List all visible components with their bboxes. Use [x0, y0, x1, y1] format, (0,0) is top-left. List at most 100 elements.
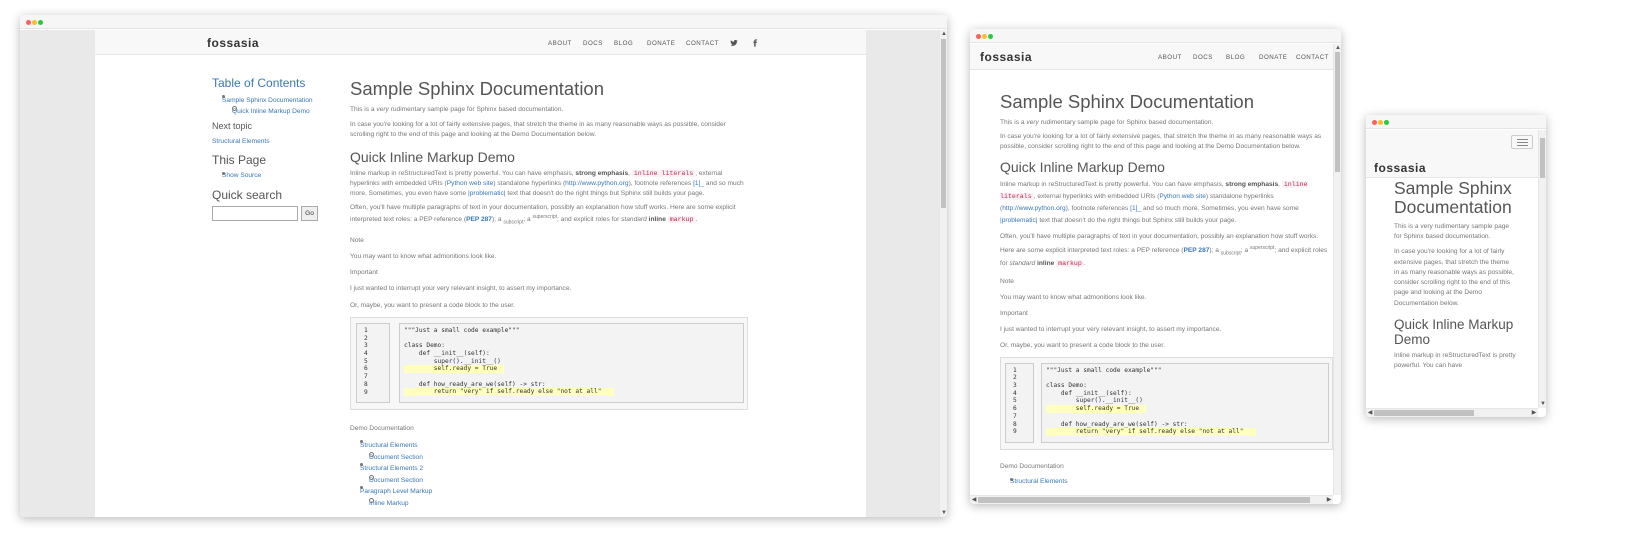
go-button[interactable]: Go [301, 206, 318, 221]
page-title: Sample Sphinx Documentation [1000, 91, 1255, 112]
python-web-site-link[interactable]: Python web site [447, 180, 494, 187]
fossasia-logo[interactable]: fossasia [980, 50, 1032, 64]
python-url-link[interactable]: http://www.python.org [1002, 205, 1065, 212]
show-source-link[interactable]: Show Source [212, 172, 324, 179]
scrollbar-thumb[interactable] [1540, 138, 1545, 178]
desktop-browser-window: fossasia ABOUT DOCS BLOG DONATE CONTACT [20, 15, 947, 517]
doc-body: Sample Sphinx Documentation This is a ve… [1394, 179, 1516, 371]
quick-search-input[interactable] [212, 206, 298, 221]
roles-paragraph: Often, you'll have multiple paragraphs o… [350, 204, 736, 226]
scrollbar-thumb[interactable] [1335, 52, 1340, 172]
nav-blog[interactable]: BLOG [1226, 54, 1245, 61]
demo-item-document-section-2[interactable]: Document Section [350, 474, 750, 487]
fossasia-logo[interactable]: fossasia [207, 36, 259, 50]
markup-paragraph: Inline markup in reStructuredText is pre… [1000, 180, 1308, 225]
facebook-icon[interactable] [751, 39, 759, 49]
section-title: Quick Inline Markup Demo [1394, 316, 1514, 347]
doc-body: Sample Sphinx Documentation This is a ve… [1000, 91, 1333, 485]
scroll-down-arrow-icon[interactable]: ▼ [940, 509, 947, 517]
scroll-left-arrow-icon[interactable]: ◀ [1366, 409, 1374, 417]
demo-list: Structural Elements Document Section Str… [350, 440, 750, 510]
maximize-window-icon[interactable] [38, 20, 43, 25]
horizontal-scrollbar[interactable]: ◀ ▶ [970, 495, 1333, 504]
minimize-window-icon[interactable] [982, 34, 987, 39]
page-viewport: fossasia Sample Sphinx Documentation Thi… [1366, 130, 1538, 408]
toc-item-sample[interactable]: Sample Sphinx Documentation [212, 95, 324, 106]
nav-contact[interactable]: CONTACT [686, 40, 719, 47]
hamburger-menu-icon[interactable] [1511, 135, 1533, 149]
scrollbar-thumb[interactable] [941, 39, 946, 208]
code-line-5: super().__init__() [1046, 397, 1143, 405]
important-text: I just wanted to interrupt your very rel… [350, 285, 572, 293]
scroll-up-arrow-icon[interactable]: ▲ [1334, 44, 1341, 52]
scroll-up-arrow-icon[interactable]: ▲ [940, 30, 947, 38]
code-line-1: """Just a small code example""" [404, 326, 520, 334]
minimize-window-icon[interactable] [32, 20, 37, 25]
code-content: """Just a small code example""" class De… [1041, 362, 1329, 443]
quick-search-title: Quick search [212, 188, 283, 202]
code-block: 1 2 3 4 5 6 7 8 9 """Just a small code e… [1000, 356, 1333, 450]
horizontal-scrollbar-thumb[interactable] [978, 497, 1310, 503]
section-title: Quick Inline Markup Demo [350, 148, 515, 165]
demo-item-structural[interactable]: Structural Elements [350, 440, 750, 452]
code-line-1: """Just a small code example""" [1046, 366, 1162, 374]
maximize-window-icon[interactable] [988, 34, 993, 39]
footnote-link[interactable]: [1]_ [1130, 205, 1141, 212]
nav-donate[interactable]: DONATE [647, 40, 675, 47]
pep-link[interactable]: PEP 287 [1184, 247, 1210, 254]
demo-item-structural-2[interactable]: Structural Elements 2 [350, 463, 750, 475]
nav-blog[interactable]: BLOG [614, 40, 633, 47]
python-url-link[interactable]: http://www.python.org [565, 180, 628, 187]
demo-item-paragraph[interactable]: Paragraph Level Markup [350, 486, 750, 498]
page-viewport: fossasia ABOUT DOCS BLOG DONATE CONTACT … [970, 44, 1333, 495]
sidebar: Table of Contents Sample Sphinx Document… [212, 76, 324, 222]
page-title: Sample Sphinx Documentation [350, 78, 605, 99]
code-intro: Or, maybe, you want to present a code bl… [1000, 342, 1165, 350]
problematic-link[interactable]: |problematic| [468, 190, 506, 197]
markup-paragraph: Inline markup in reStructuredText is pre… [1394, 351, 1516, 369]
nav-donate[interactable]: DONATE [1259, 54, 1287, 61]
fossasia-logo[interactable]: fossasia [1374, 161, 1426, 175]
scroll-right-arrow-icon[interactable]: ▶ [1530, 409, 1538, 417]
nav-about[interactable]: ABOUT [548, 40, 572, 47]
footnote-link[interactable]: [1]_ [693, 180, 704, 187]
this-page-title: This Page [212, 153, 267, 167]
code-line-9: return "very" if self.ready else "not at… [404, 388, 614, 397]
next-topic-title: Next topic [212, 121, 253, 131]
demo-title: Demo Documentation [350, 424, 414, 432]
nav-contact[interactable]: CONTACT [1296, 54, 1329, 61]
inline-literal: inline literals [631, 169, 696, 177]
horizontal-scrollbar-thumb[interactable] [1374, 410, 1474, 416]
pep-link[interactable]: PEP 287 [466, 216, 492, 223]
demo-item-inline-markup[interactable]: Inline Markup [350, 498, 750, 510]
code-line-numbers: 1 2 3 4 5 6 7 8 9 [1005, 362, 1034, 443]
code-line-numbers: 1 2 3 4 5 6 7 8 9 [356, 322, 390, 403]
vertical-scrollbar[interactable]: ▼ [1538, 130, 1546, 408]
demo-item-document-section[interactable]: Document Section [350, 451, 750, 464]
demo-item-structural[interactable]: Structural Elements [1000, 477, 1332, 485]
nav-docs[interactable]: DOCS [583, 40, 603, 47]
twitter-icon[interactable] [730, 39, 738, 49]
python-web-site-link[interactable]: Python web site [1159, 193, 1206, 200]
problematic-link[interactable]: |problematic| [1000, 217, 1038, 224]
minimize-window-icon[interactable] [1378, 120, 1383, 125]
nav-docs[interactable]: DOCS [1193, 54, 1213, 61]
close-window-icon[interactable] [26, 20, 31, 25]
vertical-scrollbar[interactable]: ▲ ▼ [939, 30, 947, 517]
maximize-window-icon[interactable] [1384, 120, 1389, 125]
horizontal-scrollbar[interactable]: ◀ ▶ [1366, 408, 1538, 417]
close-window-icon[interactable] [1372, 120, 1377, 125]
nav-about[interactable]: ABOUT [1158, 54, 1182, 61]
scroll-left-arrow-icon[interactable]: ◀ [970, 496, 978, 504]
toc-item-quick-inline[interactable]: Quick Inline Markup Demo [212, 106, 324, 117]
scroll-down-arrow-icon[interactable]: ▼ [1539, 400, 1546, 408]
next-topic-link[interactable]: Structural Elements [212, 138, 324, 145]
close-window-icon[interactable] [976, 34, 981, 39]
extensive-paragraph: In case you're looking for a lot of fair… [350, 121, 726, 139]
vertical-scrollbar[interactable]: ▲ [1333, 44, 1341, 495]
scroll-right-arrow-icon[interactable]: ▶ [1325, 496, 1333, 504]
site-header: fossasia ABOUT DOCS BLOG DONATE CONTACT [95, 30, 866, 55]
code-line-6: self.ready = True [1046, 405, 1146, 413]
